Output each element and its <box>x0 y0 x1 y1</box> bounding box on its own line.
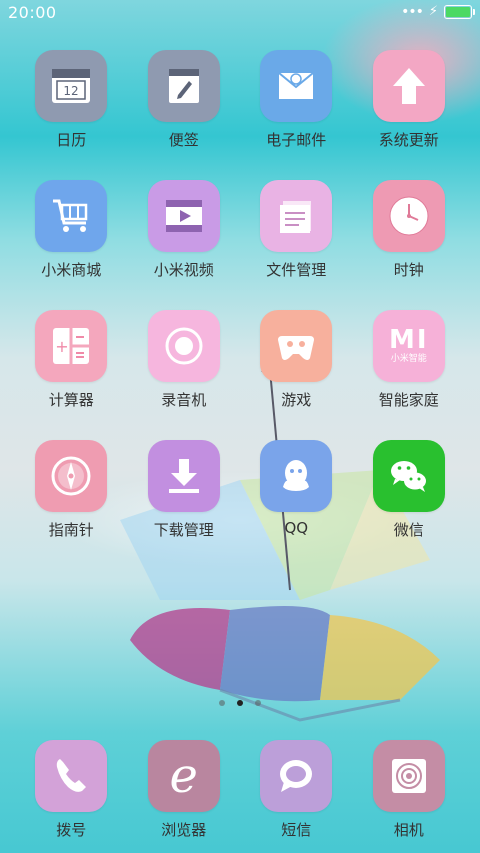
compass-icon <box>35 440 108 512</box>
app-label: 游戏 <box>281 391 312 409</box>
recorder-icon <box>147 310 220 382</box>
browser-icon: e <box>147 740 220 812</box>
qq-icon <box>260 440 333 512</box>
shopping-cart-icon <box>35 180 108 252</box>
app-email[interactable]: 电子邮件 <box>240 50 353 180</box>
app-label: 下载管理 <box>153 521 214 539</box>
app-label: 日历 <box>56 131 87 149</box>
app-qq[interactable]: QQ <box>240 440 353 570</box>
page-dot-2[interactable] <box>237 700 243 706</box>
dock-browser[interactable]: e 浏览器 <box>128 740 241 850</box>
app-label: 录音机 <box>161 391 207 409</box>
calendar-date: 12 <box>64 84 79 98</box>
battery-level <box>446 6 470 17</box>
battery-icon <box>444 4 475 19</box>
app-games[interactable]: 游戏 <box>240 310 353 440</box>
calculator-icon: + <box>35 310 108 382</box>
app-calculator[interactable]: + 计算器 <box>15 310 128 440</box>
app-clock[interactable]: 时钟 <box>353 180 466 310</box>
app-recorder[interactable]: 录音机 <box>128 310 241 440</box>
status-time: 20:00 <box>8 3 57 22</box>
app-download-manager[interactable]: 下载管理 <box>128 440 241 570</box>
smart-home-subtext: 小米智能 <box>390 354 427 364</box>
app-mi-store[interactable]: 小米商城 <box>15 180 128 310</box>
clock-icon <box>372 180 445 252</box>
folder-icon <box>260 180 333 252</box>
notes-icon <box>147 50 220 122</box>
home-screen: 20:00 ••• ⚡ 12 日历 便签 电子邮件 系统更新 小米商城 小米视频… <box>0 0 480 853</box>
dock-phone[interactable]: 拨号 <box>15 740 128 850</box>
app-file-manager[interactable]: 文件管理 <box>240 180 353 310</box>
video-icon <box>147 180 220 252</box>
charging-icon: ⚡ <box>428 4 438 19</box>
app-label: 电子邮件 <box>266 131 327 149</box>
mi-logo: MI <box>388 325 429 355</box>
app-label: 文件管理 <box>266 261 327 279</box>
camera-icon <box>372 740 445 812</box>
app-label: 小米视频 <box>153 261 214 279</box>
app-label: 计算器 <box>48 391 94 409</box>
calendar-icon: 12 <box>35 50 108 122</box>
app-label: 便签 <box>168 131 199 149</box>
app-wechat[interactable]: 微信 <box>353 440 466 570</box>
dock-camera[interactable]: 相机 <box>353 740 466 850</box>
app-compass[interactable]: 指南针 <box>15 440 128 570</box>
update-icon <box>372 50 445 122</box>
app-label: 浏览器 <box>161 821 207 839</box>
page-indicator <box>0 700 480 706</box>
download-icon <box>147 440 220 512</box>
wechat-icon <box>372 440 445 512</box>
page-dot-1[interactable] <box>219 700 225 706</box>
email-icon <box>260 50 333 122</box>
app-label: QQ <box>284 519 309 537</box>
status-bar: 20:00 ••• ⚡ <box>0 0 480 26</box>
smart-home-icon: MI 小米智能 <box>372 310 445 382</box>
app-label: 拨号 <box>56 821 87 839</box>
svg-text:+: + <box>56 337 69 356</box>
app-label: 指南针 <box>48 521 94 539</box>
app-label: 相机 <box>393 821 424 839</box>
app-label: 短信 <box>281 821 312 839</box>
game-icon <box>260 310 333 382</box>
app-label: 系统更新 <box>378 131 439 149</box>
app-label: 智能家庭 <box>378 391 439 409</box>
dock: 拨号 e 浏览器 短信 相机 <box>15 740 465 850</box>
dock-messages[interactable]: 短信 <box>240 740 353 850</box>
app-calendar[interactable]: 12 日历 <box>15 50 128 180</box>
signal-icon: ••• <box>401 3 424 20</box>
page-dot-3[interactable] <box>255 700 261 706</box>
phone-icon <box>35 740 108 812</box>
app-label: 微信 <box>393 521 424 539</box>
message-icon <box>260 740 333 812</box>
app-system-update[interactable]: 系统更新 <box>353 50 466 180</box>
app-grid: 12 日历 便签 电子邮件 系统更新 小米商城 小米视频 文件管理 时钟 + 计… <box>15 50 465 570</box>
app-mi-video[interactable]: 小米视频 <box>128 180 241 310</box>
app-label: 小米商城 <box>41 261 102 279</box>
app-label: 时钟 <box>393 261 424 279</box>
app-smart-home[interactable]: MI 小米智能 智能家庭 <box>353 310 466 440</box>
app-notes[interactable]: 便签 <box>128 50 241 180</box>
